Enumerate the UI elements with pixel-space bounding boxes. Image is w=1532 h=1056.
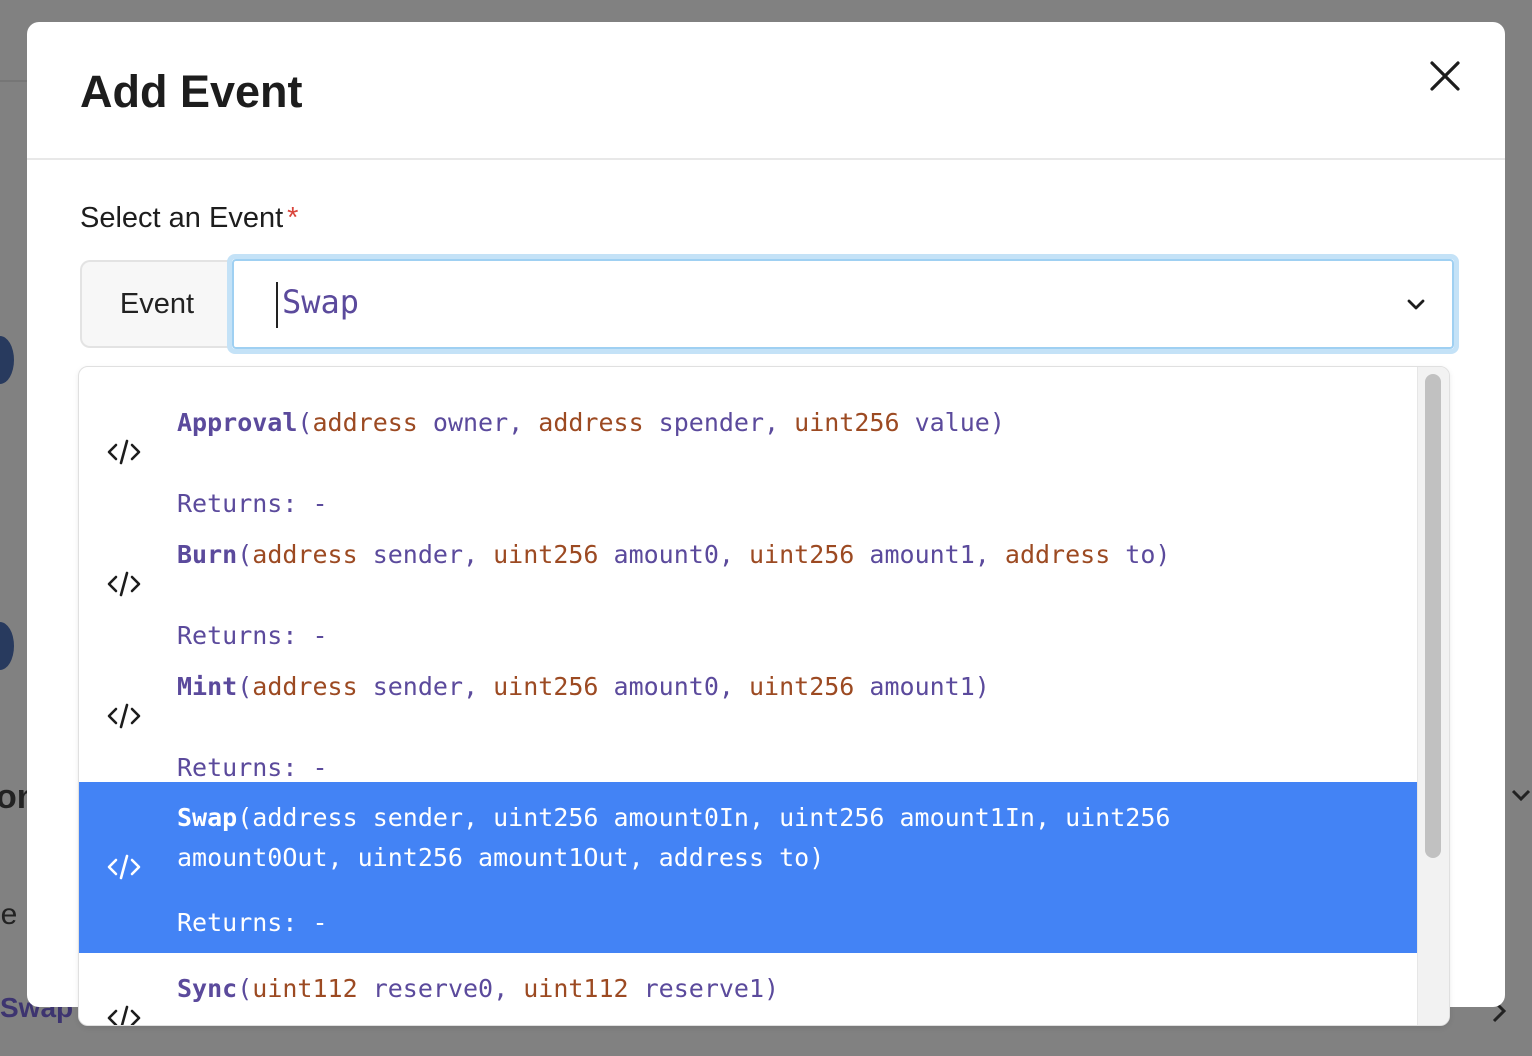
event-returns: Returns: - <box>177 621 328 650</box>
code-icon <box>107 852 141 882</box>
event-option-approval[interactable]: Approval(address owner, address spender,… <box>79 387 1419 519</box>
param-name: amount0 <box>598 672 719 701</box>
scrollbar-thumb[interactable] <box>1425 374 1441 858</box>
dropdown-scrollbar[interactable] <box>1417 367 1449 1025</box>
param-type: uint256 <box>779 803 885 832</box>
event-option-swap[interactable]: Swap(address sender, uint256 amount0In, … <box>79 782 1419 953</box>
background-avatar <box>0 622 14 670</box>
add-event-modal: Add Event Select an Event * Event Swap Ap… <box>27 22 1505 1026</box>
param-name: to <box>764 843 810 872</box>
event-returns: Returns: - <box>177 489 328 518</box>
param-name: amount1 <box>854 672 975 701</box>
param-name: amount1Out <box>462 843 629 872</box>
param-name: sender <box>357 540 463 569</box>
param-type: address <box>538 408 644 437</box>
modal-title: Add Event <box>80 66 303 117</box>
background-chevron-icon <box>1511 789 1531 802</box>
param-name: sender <box>357 672 463 701</box>
param-type: uint256 <box>493 803 599 832</box>
param-name: amount0In <box>598 803 749 832</box>
param-name: amount1 <box>854 540 975 569</box>
event-signature: Burn(address sender, uint256 amount0, ui… <box>177 540 1171 569</box>
param-type: uint256 <box>749 540 855 569</box>
event-signature: Approval(address owner, address spender,… <box>177 408 1005 437</box>
event-signature: Mint(address sender, uint256 amount0, ui… <box>177 672 990 701</box>
event-name: Mint <box>177 672 238 701</box>
code-icon <box>107 701 141 731</box>
background-divider <box>0 80 27 82</box>
event-select-input[interactable]: Swap <box>232 259 1454 349</box>
chevron-down-icon[interactable] <box>1404 293 1428 317</box>
param-name: owner <box>417 408 509 437</box>
event-returns: Returns: - <box>177 908 328 937</box>
event-signature: Swap(address sender, uint256 amount0In, … <box>177 803 1186 872</box>
param-name: to <box>1110 540 1156 569</box>
param-name: amount0 <box>598 540 719 569</box>
param-type: address <box>312 408 418 437</box>
event-returns: Returns: - <box>177 753 328 782</box>
param-name: sender <box>357 803 463 832</box>
modal-header: Add Event <box>27 22 1505 160</box>
param-type: address <box>252 540 358 569</box>
param-type: uint112 <box>523 974 629 1003</box>
param-name: value <box>899 408 990 437</box>
param-name: reserve0 <box>357 974 494 1003</box>
event-select-value: Swap <box>282 283 360 321</box>
event-name: Burn <box>177 540 238 569</box>
background-text: le <box>0 898 18 931</box>
event-name: Approval <box>177 408 298 437</box>
param-type: uint256 <box>493 672 599 701</box>
param-type: address <box>252 803 358 832</box>
param-type: uint256 <box>1065 803 1171 832</box>
param-type: address <box>252 672 358 701</box>
event-dropdown-list[interactable]: Approval(address owner, address spender,… <box>78 366 1450 1026</box>
text-caret <box>276 282 278 328</box>
param-type: address <box>658 843 765 872</box>
param-name: reserve1 <box>628 974 765 1003</box>
code-icon <box>107 1003 141 1025</box>
event-addon: Event <box>80 260 232 348</box>
required-mark: * <box>287 202 299 234</box>
param-type: uint256 <box>749 672 855 701</box>
code-icon <box>107 437 141 467</box>
close-icon[interactable] <box>1425 56 1465 96</box>
event-field-label: Select an Event * <box>80 202 298 235</box>
param-type: uint256 <box>493 540 599 569</box>
code-icon <box>107 569 141 599</box>
event-select[interactable]: Swap <box>227 254 1459 354</box>
param-type: uint256 <box>794 408 900 437</box>
param-type: address <box>1004 540 1111 569</box>
event-option-burn[interactable]: Burn(address sender, uint256 amount0, ui… <box>79 519 1419 651</box>
param-type: uint256 <box>357 843 463 872</box>
param-name: spender <box>643 408 765 437</box>
background-avatar <box>0 336 14 384</box>
event-option-sync[interactable]: Sync(uint112 reserve0, uint112 reserve1)… <box>79 953 1419 1025</box>
param-name: amount1In <box>884 803 1035 832</box>
event-option-mint[interactable]: Mint(address sender, uint256 amount0, ui… <box>79 651 1419 783</box>
event-name: Swap <box>177 803 238 832</box>
event-name: Sync <box>177 974 238 1003</box>
param-type: uint112 <box>252 974 358 1003</box>
event-signature: Sync(uint112 reserve0, uint112 reserve1) <box>177 974 780 1003</box>
event-field-label-text: Select an Event <box>80 202 284 234</box>
